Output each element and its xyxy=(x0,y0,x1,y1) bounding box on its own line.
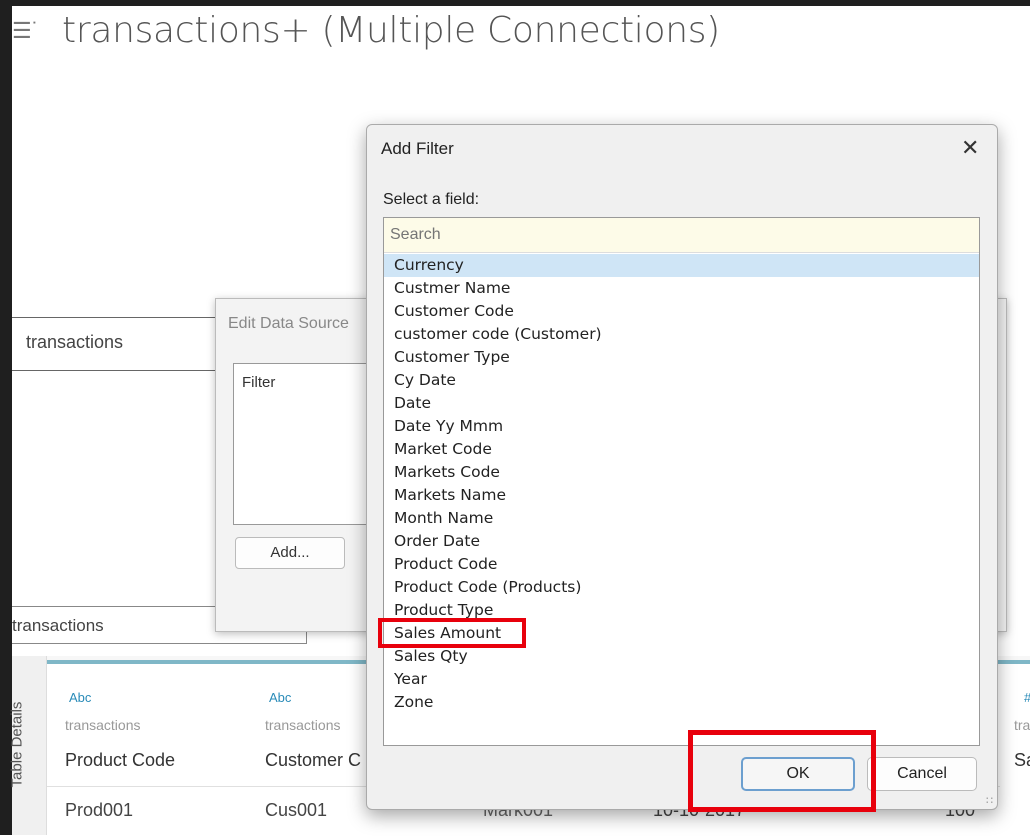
highlight-sales-amount xyxy=(378,618,526,648)
field-item-date-yy-mmm[interactable]: Date Yy Mmm xyxy=(384,415,979,438)
column-source: transactions xyxy=(65,717,141,733)
field-item-zone[interactable]: Zone xyxy=(384,691,979,714)
field-item-sales-qty[interactable]: Sales Qty xyxy=(384,645,979,668)
table-selector-label: transactions xyxy=(12,616,104,635)
filter-list-header: Filter xyxy=(242,374,276,391)
field-item-market-code[interactable]: Market Code xyxy=(384,438,979,461)
field-item-markets-code[interactable]: Markets Code xyxy=(384,461,979,484)
field-item-custmer-name[interactable]: Custmer Name xyxy=(384,277,979,300)
row-divider xyxy=(47,786,247,787)
window-top-border xyxy=(0,0,1030,6)
select-field-label: Select a field: xyxy=(383,191,480,208)
string-type-icon[interactable]: Abc xyxy=(69,690,91,705)
field-item-customer-code[interactable]: Customer Code xyxy=(384,300,979,323)
field-item-product-code[interactable]: Product Code xyxy=(384,553,979,576)
cell-value: Prod001 xyxy=(65,800,134,820)
field-item-date[interactable]: Date xyxy=(384,392,979,415)
column-name[interactable]: Customer C xyxy=(265,750,361,771)
dialog-title: Edit Data Source xyxy=(228,315,349,332)
field-item-year[interactable]: Year xyxy=(384,668,979,691)
field-item-customer-code-customer[interactable]: customer code (Customer) xyxy=(384,323,979,346)
field-listbox[interactable]: Currency Custmer Name Customer Code cust… xyxy=(383,217,980,746)
column-source: transactions xyxy=(265,717,341,733)
cell-value: Cus001 xyxy=(265,800,328,820)
cancel-button[interactable]: Cancel xyxy=(867,757,977,791)
add-filter-dialog: Add Filter ✕ Select a field: Currency Cu… xyxy=(366,124,998,810)
add-filter-button[interactable]: Add... xyxy=(235,537,345,569)
data-source-title[interactable]: transactions+ (Multiple Connections) xyxy=(62,10,720,51)
grid-column-sales-amount[interactable]: # tra Sa xyxy=(1000,660,1030,839)
field-item-order-date[interactable]: Order Date xyxy=(384,530,979,553)
field-item-month-name[interactable]: Month Name xyxy=(384,507,979,530)
table-details-toggle[interactable]: Table Details xyxy=(8,656,47,835)
column-name[interactable]: Product Code xyxy=(65,750,175,771)
field-item-currency[interactable]: Currency xyxy=(384,254,979,277)
grid-column-product-code[interactable]: Abc transactions Product Code Prod001 xyxy=(47,660,248,839)
table-details-label: Table Details xyxy=(8,701,26,788)
number-type-icon[interactable]: # xyxy=(1024,690,1030,705)
field-item-product-code-products[interactable]: Product Code (Products) xyxy=(384,576,979,599)
highlight-ok-button xyxy=(688,730,876,812)
column-source: tra xyxy=(1014,717,1030,733)
dialog-title: Add Filter xyxy=(381,139,454,158)
search-box[interactable] xyxy=(384,218,979,253)
canvas-table-transactions[interactable]: transactions xyxy=(12,317,223,371)
canvas-table-label: transactions xyxy=(26,332,124,352)
string-type-icon[interactable]: Abc xyxy=(269,690,291,705)
column-name[interactable]: Sa xyxy=(1014,750,1030,771)
field-item-customer-type[interactable]: Customer Type xyxy=(384,346,979,369)
field-item-cy-date[interactable]: Cy Date xyxy=(384,369,979,392)
search-input[interactable] xyxy=(388,222,977,248)
resize-grip-icon[interactable]: ∷ xyxy=(986,794,993,807)
field-item-markets-name[interactable]: Markets Name xyxy=(384,484,979,507)
close-icon[interactable]: ✕ xyxy=(961,135,979,161)
database-dropdown-icon[interactable]: ☰˙ xyxy=(12,18,39,44)
